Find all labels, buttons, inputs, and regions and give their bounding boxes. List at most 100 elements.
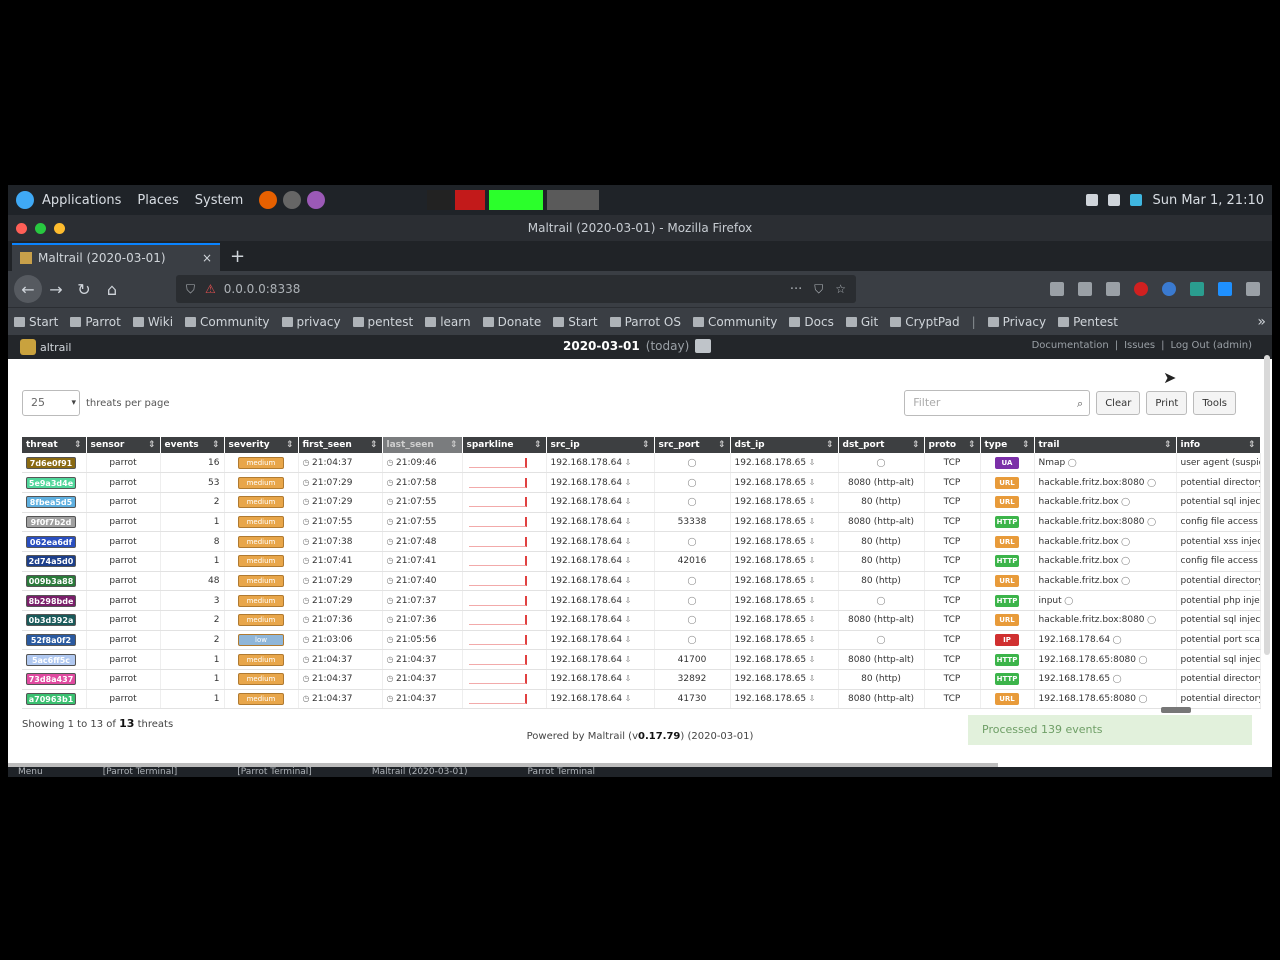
dst-ip-cell[interactable]: 192.168.178.65 ⇩ xyxy=(730,531,839,552)
trail-info-icon[interactable]: ◯ xyxy=(1145,478,1156,487)
download-icon[interactable]: ⇩ xyxy=(806,458,816,467)
trail-value[interactable]: hackable.fritz.box:8080 xyxy=(1039,517,1145,527)
trail-info-icon[interactable]: ◯ xyxy=(1119,537,1130,546)
trail-cell[interactable]: 192.168.178.65:8080 ◯ xyxy=(1034,689,1177,710)
download-icon[interactable]: ⇩ xyxy=(806,537,816,546)
documentation-link[interactable]: Documentation xyxy=(1032,340,1109,351)
trail-value[interactable]: 192.168.178.64 xyxy=(1039,635,1111,645)
column-header-threat[interactable]: threat ⇕ xyxy=(22,437,87,453)
trail-cell[interactable]: hackable.fritz.box:8080 ◯ xyxy=(1034,610,1177,631)
trail-info-icon[interactable]: ◯ xyxy=(1062,596,1073,605)
ublock-icon[interactable] xyxy=(1134,282,1148,296)
table-row[interactable]: 009b3a88 parrot 48 medium ◷ 21:07:29 ◷ 21:07:… xyxy=(22,571,1261,592)
dst-ip-value[interactable]: 192.168.178.65 xyxy=(735,635,807,645)
taskbar-menu[interactable]: Menu xyxy=(18,767,43,777)
dst-ip-value[interactable]: 192.168.178.65 xyxy=(735,478,807,488)
trail-info-icon[interactable]: ◯ xyxy=(1119,576,1130,585)
dst-ip-value[interactable]: 192.168.178.65 xyxy=(735,537,807,547)
trail-cell[interactable]: 192.168.178.65 ◯ xyxy=(1034,669,1177,690)
dst-ip-cell[interactable]: 192.168.178.65 ⇩ xyxy=(730,551,839,572)
bookmark-community-2[interactable]: Community xyxy=(692,315,777,329)
bookmark-folder-privacy-2[interactable]: Privacy xyxy=(987,315,1046,329)
taskbar-terminal-1[interactable]: [Parrot Terminal] xyxy=(103,767,178,777)
threat-tag[interactable]: 8b298bde xyxy=(26,594,76,607)
table-scroll-thumb[interactable] xyxy=(1161,707,1191,713)
trail-cell[interactable]: hackable.fritz.box:8080 ◯ xyxy=(1034,472,1177,493)
src-ip-cell[interactable]: 192.168.178.64 ⇩ xyxy=(546,492,655,513)
download-icon[interactable]: ⇩ xyxy=(806,674,816,683)
page-actions-icon[interactable]: ··· xyxy=(790,282,802,297)
volume-icon[interactable] xyxy=(1086,194,1099,206)
dst-ip-value[interactable]: 192.168.178.65 xyxy=(735,458,807,468)
src-ip-cell[interactable]: 192.168.178.64 ⇩ xyxy=(546,453,655,474)
download-icon[interactable]: ⇩ xyxy=(806,596,816,605)
threat-cell[interactable]: 8fbea5d5 xyxy=(22,492,87,513)
src-ip-value[interactable]: 192.168.178.64 xyxy=(551,478,623,488)
download-icon[interactable]: ⇩ xyxy=(622,694,632,703)
dst-ip-value[interactable]: 192.168.178.65 xyxy=(735,517,807,527)
clear-button[interactable]: Clear xyxy=(1096,391,1141,415)
column-header-first-seen[interactable]: first_seen ⇕ xyxy=(298,437,383,453)
dst-ip-value[interactable]: 192.168.178.65 xyxy=(735,596,807,606)
page-scrollbar[interactable] xyxy=(1264,355,1270,655)
table-row[interactable]: 8b298bde parrot 3 medium ◷ 21:07:29 ◷ 21:07:3… xyxy=(22,590,1261,611)
multi-port-icon[interactable]: ◯ xyxy=(877,635,886,644)
new-tab-button[interactable]: + xyxy=(230,246,245,267)
table-row[interactable]: 8fbea5d5 parrot 2 medium ◷ 21:07:29 ◷ 21:07:5… xyxy=(22,492,1261,513)
src-ip-value[interactable]: 192.168.178.64 xyxy=(551,537,623,547)
trail-cell[interactable]: 192.168.178.64 ◯ xyxy=(1034,630,1177,651)
src-ip-value[interactable]: 192.168.178.64 xyxy=(551,674,623,684)
threat-cell[interactable]: 8b298bde xyxy=(22,590,87,611)
bookmark-community[interactable]: Community xyxy=(185,315,270,329)
tools-button[interactable]: Tools xyxy=(1193,391,1236,415)
download-icon[interactable]: ⇩ xyxy=(622,478,632,487)
src-ip-cell[interactable]: 192.168.178.64 ⇩ xyxy=(546,689,655,710)
per-page-select[interactable]: 25 ▾ xyxy=(22,390,80,416)
threat-cell[interactable]: 9f0f7b2d xyxy=(22,512,87,533)
sidebar-icon[interactable] xyxy=(1078,282,1092,296)
bookmark-cryptpad[interactable]: CryptPad xyxy=(890,315,960,329)
bookmark-folder-privacy[interactable]: privacy xyxy=(281,315,341,329)
trail-value[interactable]: 192.168.178.65:8080 xyxy=(1039,694,1137,704)
src-ip-value[interactable]: 192.168.178.64 xyxy=(551,458,623,468)
threat-tag[interactable]: 52f8a0f2 xyxy=(26,634,76,647)
threat-tag[interactable]: 2d74a5d0 xyxy=(26,555,76,568)
threat-tag[interactable]: 8fbea5d5 xyxy=(26,496,76,509)
threat-tag[interactable]: 009b3a88 xyxy=(26,574,76,587)
threat-cell[interactable]: 2d74a5d0 xyxy=(22,551,87,572)
src-ip-value[interactable]: 192.168.178.64 xyxy=(551,556,623,566)
taskbar-terminal-2[interactable]: [Parrot Terminal] xyxy=(237,767,312,777)
src-ip-cell[interactable]: 192.168.178.64 ⇩ xyxy=(546,649,655,671)
trail-info-icon[interactable]: ◯ xyxy=(1145,517,1156,526)
trail-value[interactable]: hackable.fritz.box:8080 xyxy=(1039,615,1145,625)
src-ip-value[interactable]: 192.168.178.64 xyxy=(551,596,623,606)
column-header-sparkline[interactable]: sparkline ⇕ xyxy=(462,437,547,453)
trail-value[interactable]: hackable.fritz.box xyxy=(1039,497,1119,507)
trail-value[interactable]: Nmap xyxy=(1039,458,1066,468)
table-row[interactable]: 5ac6ff5c parrot 1 medium ◷ 21:04:37 ◷ 21:04:3… xyxy=(22,649,1261,671)
applications-menu[interactable]: Applications xyxy=(42,193,121,208)
table-row[interactable]: 7d6e0f91 parrot 16 medium ◷ 21:04:37 ◷ 21:09:… xyxy=(22,453,1261,474)
pocket-icon[interactable]: ⛉ xyxy=(814,282,823,297)
extension-icon[interactable] xyxy=(1162,282,1176,296)
trail-info-icon[interactable]: ◯ xyxy=(1119,497,1130,506)
threat-tag[interactable]: 5ac6ff5c xyxy=(26,653,76,666)
shield-icon[interactable]: ⛉ xyxy=(186,282,195,297)
column-header-src-ip[interactable]: src_ip ⇕ xyxy=(546,437,655,453)
threat-cell[interactable]: 009b3a88 xyxy=(22,571,87,592)
trail-info-icon[interactable]: ◯ xyxy=(1136,694,1148,703)
places-menu[interactable]: Places xyxy=(137,193,178,208)
dst-ip-cell[interactable]: 192.168.178.65 ⇩ xyxy=(730,689,839,710)
threat-cell[interactable]: 5ac6ff5c xyxy=(22,649,87,671)
src-ip-cell[interactable]: 192.168.178.64 ⇩ xyxy=(546,571,655,592)
parrot-logo-icon[interactable] xyxy=(16,191,34,209)
table-row[interactable]: 2d74a5d0 parrot 1 medium ◷ 21:07:41 ◷ 21:07:4… xyxy=(22,551,1261,572)
threat-tag[interactable]: a70963b1 xyxy=(26,693,76,706)
threat-cell[interactable]: 7d6e0f91 xyxy=(22,453,87,474)
column-header-dst-ip[interactable]: dst_ip ⇕ xyxy=(730,437,839,453)
dst-ip-value[interactable]: 192.168.178.65 xyxy=(735,655,807,665)
threat-tag[interactable]: 7d6e0f91 xyxy=(26,456,76,469)
forward-arrow-icon[interactable]: → xyxy=(42,275,70,303)
trail-cell[interactable]: hackable.fritz.box:8080 ◯ xyxy=(1034,512,1177,533)
bookmark-parrot[interactable]: Parrot xyxy=(70,315,121,329)
